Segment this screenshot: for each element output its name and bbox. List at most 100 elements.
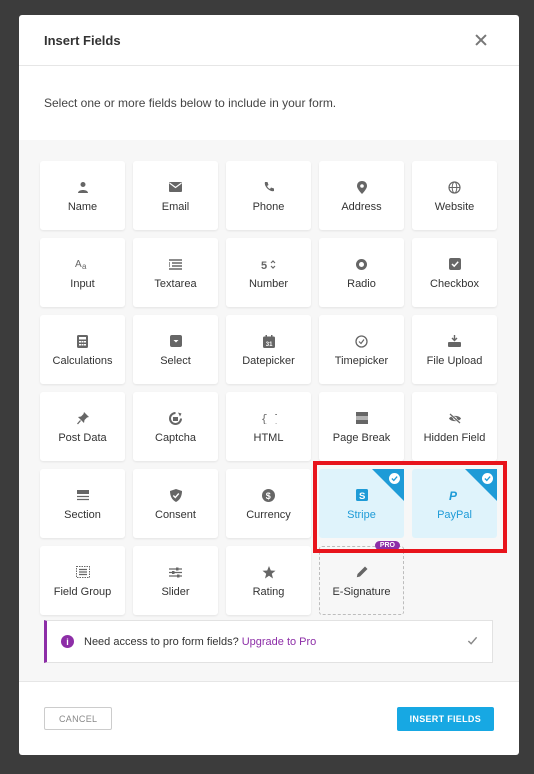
field-tile-label: Section <box>64 509 101 521</box>
field-tile-radio[interactable]: Radio <box>319 238 404 307</box>
field-tile-label: Timepicker <box>334 355 389 367</box>
field-tile-html[interactable]: { } HTML <box>226 392 311 461</box>
svg-text:P: P <box>449 489 458 502</box>
field-tile-checkbox[interactable]: Checkbox <box>412 238 497 307</box>
selected-corner <box>465 469 497 501</box>
field-tile-label: File Upload <box>426 355 483 367</box>
svg-text:5: 5 <box>261 260 267 270</box>
field-tile-label: Name <box>67 201 98 213</box>
calendar-icon: 31 <box>260 332 278 350</box>
svg-text:a: a <box>82 262 87 270</box>
field-tile-post-data[interactable]: Post Data <box>40 392 125 461</box>
field-tile-paypal[interactable]: P PayPal <box>412 469 497 538</box>
field-tile-consent[interactable]: Consent <box>133 469 218 538</box>
field-tile-label: Input <box>70 278 95 290</box>
field-tile-address[interactable]: Address <box>319 161 404 230</box>
field-tile-label: Page Break <box>332 432 391 444</box>
field-tile-e-signature[interactable]: PRO E-Signature <box>319 541 404 615</box>
field-tile-label: Field Group <box>53 586 112 598</box>
field-tile-label: Website <box>434 201 475 213</box>
field-tile-rating[interactable]: Rating <box>226 546 311 615</box>
svg-text:31: 31 <box>265 342 272 348</box>
pin-icon <box>74 409 92 427</box>
checkbox-icon <box>446 255 464 273</box>
field-tile-label: Select <box>160 355 191 367</box>
field-tile-label: Rating <box>252 586 285 598</box>
field-tile-label: Stripe <box>347 509 376 521</box>
field-tile-label: Textarea <box>154 278 197 290</box>
field-tile-datepicker[interactable]: 31 Datepicker <box>226 315 311 384</box>
info-icon: i <box>61 635 74 648</box>
shield-check-icon <box>167 486 185 504</box>
field-group-icon <box>74 563 92 581</box>
globe-icon <box>446 178 464 196</box>
field-tile-captcha[interactable]: Captcha <box>133 392 218 461</box>
phone-icon <box>260 178 278 196</box>
field-tile-email[interactable]: Email <box>133 161 218 230</box>
field-tile-number[interactable]: 5 Number <box>226 238 311 307</box>
star-icon <box>260 563 278 581</box>
clock-icon <box>353 332 371 350</box>
upgrade-link[interactable]: Upgrade to Pro <box>242 636 317 648</box>
field-tile-label: Currency <box>246 509 291 521</box>
field-tile-label: Consent <box>155 509 196 521</box>
textarea-icon <box>167 255 185 273</box>
field-tile-calculations[interactable]: Calculations <box>40 315 125 384</box>
user-icon <box>74 178 92 196</box>
upload-icon <box>446 332 464 350</box>
field-tile-label: Radio <box>347 278 376 290</box>
svg-text:S: S <box>359 491 365 501</box>
text-input-icon: Aa <box>74 255 92 273</box>
selected-check-icon <box>482 473 493 484</box>
selected-corner <box>372 469 404 501</box>
field-tile-stripe[interactable]: S Stripe <box>319 469 404 538</box>
field-tile-hidden-field[interactable]: Hidden Field <box>412 392 497 461</box>
field-tile-select[interactable]: Select <box>133 315 218 384</box>
field-tile-timepicker[interactable]: Timepicker <box>319 315 404 384</box>
cancel-button[interactable]: CANCEL <box>44 707 113 730</box>
captcha-icon <box>167 409 185 427</box>
paypal-icon: P <box>446 486 464 504</box>
insert-fields-button[interactable]: INSERT FIELDS <box>396 706 494 731</box>
field-tile-page-break[interactable]: Page Break <box>319 392 404 461</box>
select-icon <box>167 332 185 350</box>
modal-footer: CANCEL INSERT FIELDS <box>19 681 519 755</box>
field-tile-label: HTML <box>253 432 284 444</box>
map-pin-icon <box>353 178 371 196</box>
field-tile-input[interactable]: Aa Input <box>40 238 125 307</box>
close-icon[interactable] <box>474 33 488 47</box>
field-tile-file-upload[interactable]: File Upload <box>412 315 497 384</box>
radio-icon <box>353 255 371 273</box>
field-tile-label: Email <box>161 201 190 213</box>
field-tile-name[interactable]: Name <box>40 161 125 230</box>
page-break-icon <box>353 409 371 427</box>
dismiss-check-icon[interactable] <box>467 635 478 649</box>
modal-header: Insert Fields <box>19 15 519 66</box>
number-icon: 5 <box>260 255 278 273</box>
field-tile-label: E-Signature <box>332 586 391 598</box>
field-tile-website[interactable]: Website <box>412 161 497 230</box>
field-tile-field-group[interactable]: Field Group <box>40 546 125 615</box>
field-tile-slider[interactable]: Slider <box>133 546 218 615</box>
section-icon <box>74 486 92 504</box>
field-tile-textarea[interactable]: Textarea <box>133 238 218 307</box>
pro-notice: i Need access to pro form fields? Upgrad… <box>44 620 493 663</box>
field-tile-label: Number <box>248 278 289 290</box>
field-tile-label: Checkbox <box>430 278 479 290</box>
fields-area: Name Email Phone Address Website Aa Input Texta… <box>19 140 519 681</box>
envelope-icon <box>167 178 185 196</box>
modal-intro: Select one or more fields below to inclu… <box>44 96 337 110</box>
notice-text: Need access to pro form fields? <box>84 635 239 648</box>
field-tile-phone[interactable]: Phone <box>226 161 311 230</box>
field-tile-section[interactable]: Section <box>40 469 125 538</box>
pro-badge: PRO <box>374 541 400 550</box>
calculator-icon <box>74 332 92 350</box>
dollar-icon: $ <box>260 486 278 504</box>
modal-title: Insert Fields <box>44 32 121 48</box>
field-tile-label: Phone <box>252 201 285 213</box>
field-tile-label: Slider <box>161 586 190 598</box>
eye-slash-icon <box>446 409 464 427</box>
field-tile-label: Address <box>341 201 382 213</box>
svg-text:{ }: { } <box>261 414 277 424</box>
field-tile-currency[interactable]: $ Currency <box>226 469 311 538</box>
